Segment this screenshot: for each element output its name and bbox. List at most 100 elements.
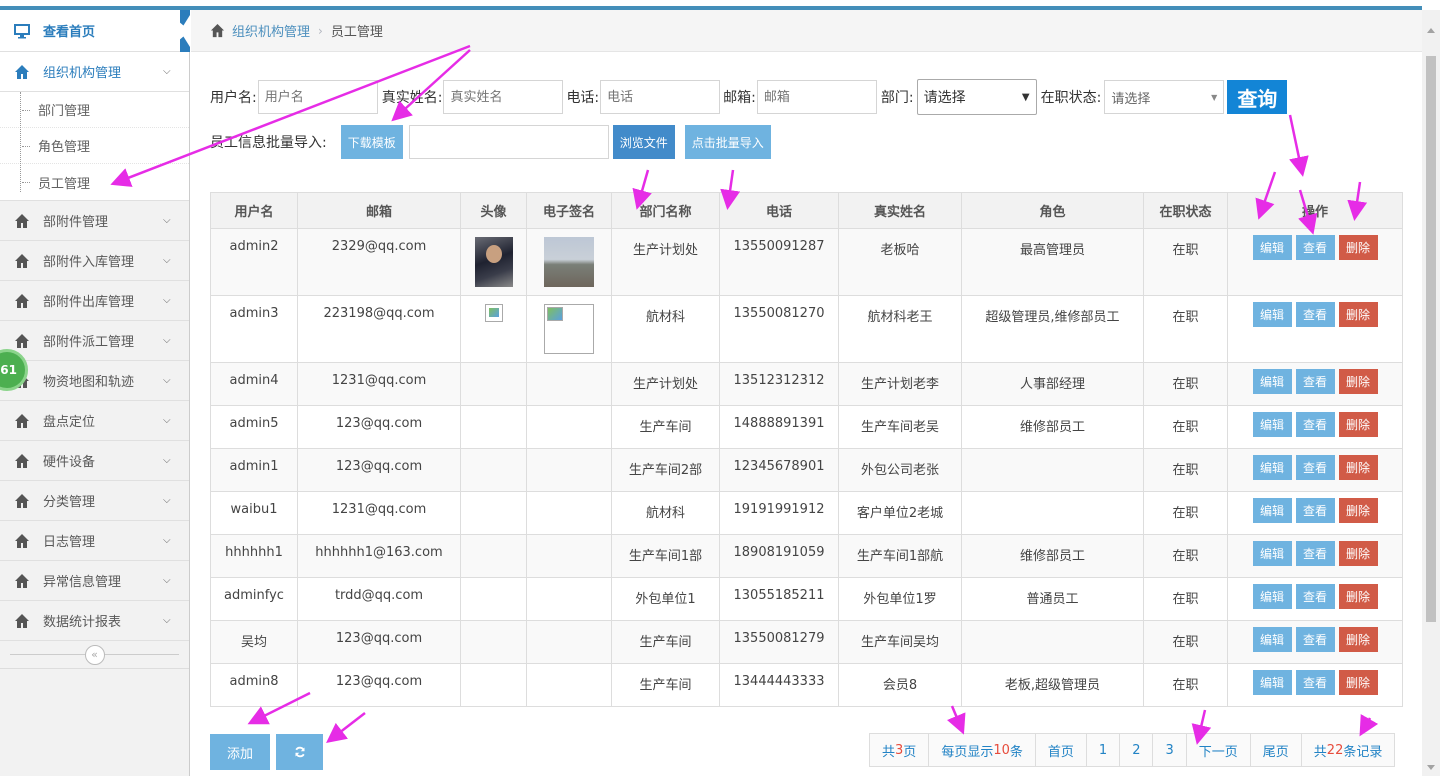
batch-import-bar: 员工信息批量导入: 下载模板 浏览文件 点击批量导入 — [210, 125, 771, 159]
cell-user: 吴均 — [210, 620, 298, 664]
edit-button[interactable]: 编辑 — [1252, 584, 1292, 609]
phone-input[interactable] — [600, 80, 721, 114]
edit-button[interactable]: 编辑 — [1252, 627, 1292, 652]
email-input[interactable] — [756, 80, 877, 114]
edit-button[interactable]: 编辑 — [1252, 412, 1292, 437]
sidebar-item-label: 异常信息管理 — [43, 575, 122, 590]
sidebar-subitem-dept[interactable]: 部门管理 — [0, 92, 189, 128]
table-header-row: 用户名 邮箱 头像 电子签名 部门名称 电话 真实姓名 角色 在职状态 操作 — [210, 192, 1403, 229]
edit-button[interactable]: 编辑 — [1252, 369, 1292, 394]
double-chevron-left-icon[interactable]: « — [84, 644, 105, 665]
username-input[interactable] — [257, 80, 378, 114]
sidebar-subitem-role[interactable]: 角色管理 — [0, 128, 189, 164]
home-icon — [15, 493, 29, 508]
col-header[interactable]: 头像 — [460, 192, 527, 229]
delete-button[interactable]: 删除 — [1338, 627, 1378, 652]
delete-button[interactable]: 删除 — [1338, 412, 1378, 437]
sidebar-subitem-staff[interactable]: 员工管理 — [0, 164, 189, 200]
edit-button[interactable]: 编辑 — [1252, 498, 1292, 523]
file-path-input[interactable] — [408, 125, 609, 159]
sidebar-item-group[interactable]: 硬件设备 ⌵ — [0, 441, 189, 481]
sidebar-item-group[interactable]: 异常信息管理 ⌵ — [0, 561, 189, 601]
status-select[interactable]: 请选择 ▼ — [1104, 80, 1225, 114]
download-template-button[interactable]: 下载模板 — [340, 125, 403, 159]
delete-button[interactable]: 删除 — [1338, 235, 1378, 260]
sidebar-item-group[interactable]: 部附件派工管理 ⌵ — [0, 321, 189, 361]
col-header[interactable]: 在职状态 — [1143, 192, 1228, 229]
view-button[interactable]: 查看 — [1295, 302, 1335, 327]
col-header[interactable]: 电话 — [719, 192, 839, 229]
col-header[interactable]: 部门名称 — [611, 192, 720, 229]
page-scrollbar[interactable] — [1422, 10, 1440, 776]
pager-page-2[interactable]: 2 — [1119, 734, 1153, 766]
cell-role: 最高管理员 — [961, 228, 1144, 296]
sidebar-collapse[interactable]: « — [0, 641, 189, 669]
view-button[interactable]: 查看 — [1295, 670, 1335, 695]
query-button[interactable]: 查询 — [1227, 80, 1288, 114]
sidebar-item-group[interactable]: 部附件入库管理 ⌵ — [0, 241, 189, 281]
sidebar-item-org[interactable]: 组织机构管理 ⌵ — [0, 52, 189, 92]
sidebar-item-group[interactable]: 部附件出库管理 ⌵ — [0, 281, 189, 321]
pager-last[interactable]: 尾页 — [1249, 734, 1301, 766]
edit-button[interactable]: 编辑 — [1252, 455, 1292, 480]
cell-ops: 编辑 查看 删除 — [1227, 577, 1403, 621]
dept-select[interactable]: 请选择 ▼ — [916, 79, 1037, 115]
edit-button[interactable]: 编辑 — [1252, 541, 1292, 566]
view-button[interactable]: 查看 — [1295, 584, 1335, 609]
browse-file-button[interactable]: 浏览文件 — [612, 125, 675, 159]
cell-ops: 编辑 查看 删除 — [1227, 362, 1403, 406]
delete-button[interactable]: 删除 — [1338, 302, 1378, 327]
table-row: waibu1 1231@qq.com 航材科 19191991912 客户单位2老城 在职… — [210, 491, 1403, 535]
edit-button[interactable]: 编辑 — [1252, 670, 1292, 695]
pager-first[interactable]: 首页 — [1034, 734, 1086, 766]
cell-email: 2329@qq.com — [297, 228, 461, 296]
delete-button[interactable]: 删除 — [1338, 369, 1378, 394]
cell-email: 223198@qq.com — [297, 295, 461, 363]
table-row: adminfyc trdd@qq.com 外包单位1 13055185211 外包单位1… — [210, 577, 1403, 621]
view-button[interactable]: 查看 — [1295, 498, 1335, 523]
cell-status: 在职 — [1143, 663, 1228, 707]
view-button[interactable]: 查看 — [1295, 369, 1335, 394]
batch-import-button[interactable]: 点击批量导入 — [684, 125, 771, 159]
breadcrumb-link-org[interactable]: 组织机构管理 — [232, 21, 310, 40]
sidebar-item-group[interactable]: 分类管理 ⌵ — [0, 481, 189, 521]
col-header[interactable]: 真实姓名 — [838, 192, 962, 229]
view-button[interactable]: 查看 — [1295, 455, 1335, 480]
col-header[interactable]: 用户名 — [210, 192, 298, 229]
sidebar-item-group[interactable]: 部附件管理 ⌵ — [0, 201, 189, 241]
home-icon[interactable] — [209, 23, 226, 38]
sidebar-item-home[interactable]: 查看首页 — [0, 10, 190, 52]
add-button[interactable]: 添加 — [210, 734, 270, 770]
view-button[interactable]: 查看 — [1295, 235, 1335, 260]
view-button[interactable]: 查看 — [1295, 412, 1335, 437]
import-label: 员工信息批量导入: — [210, 135, 327, 151]
pager-per-page[interactable]: 每页显示 10 条 — [928, 734, 1035, 766]
delete-button[interactable]: 删除 — [1338, 670, 1378, 695]
delete-button[interactable]: 删除 — [1338, 498, 1378, 523]
view-button[interactable]: 查看 — [1295, 627, 1335, 652]
sidebar-item-group[interactable]: 日志管理 ⌵ — [0, 521, 189, 561]
col-header[interactable]: 电子签名 — [526, 192, 612, 229]
sidebar-submenu: 部门管理 角色管理 员工管理 — [0, 92, 189, 201]
refresh-button[interactable] — [276, 734, 323, 770]
delete-button[interactable]: 删除 — [1338, 584, 1378, 609]
realname-input[interactable] — [443, 80, 564, 114]
sidebar-item-group[interactable]: 数据统计报表 ⌵ — [0, 601, 189, 641]
col-header[interactable]: 邮箱 — [297, 192, 461, 229]
pager-page-3[interactable]: 3 — [1152, 734, 1186, 766]
delete-button[interactable]: 删除 — [1338, 541, 1378, 566]
pager-next[interactable]: 下一页 — [1185, 734, 1250, 766]
delete-button[interactable]: 删除 — [1338, 455, 1378, 480]
cell-dept: 生产计划处 — [611, 228, 720, 296]
dept-label: 部门: — [880, 90, 914, 106]
cell-dept: 生产车间 — [611, 663, 720, 707]
pager-page-1[interactable]: 1 — [1085, 734, 1120, 766]
col-header[interactable]: 角色 — [961, 192, 1144, 229]
edit-button[interactable]: 编辑 — [1252, 302, 1292, 327]
cell-signature — [526, 577, 612, 621]
edit-button[interactable]: 编辑 — [1252, 235, 1292, 260]
sidebar-item-group[interactable]: 盘点定位 ⌵ — [0, 401, 189, 441]
sidebar-item-group[interactable]: 物资地图和轨迹 ⌵ — [0, 361, 189, 401]
view-button[interactable]: 查看 — [1295, 541, 1335, 566]
col-header[interactable]: 操作 — [1227, 192, 1403, 229]
